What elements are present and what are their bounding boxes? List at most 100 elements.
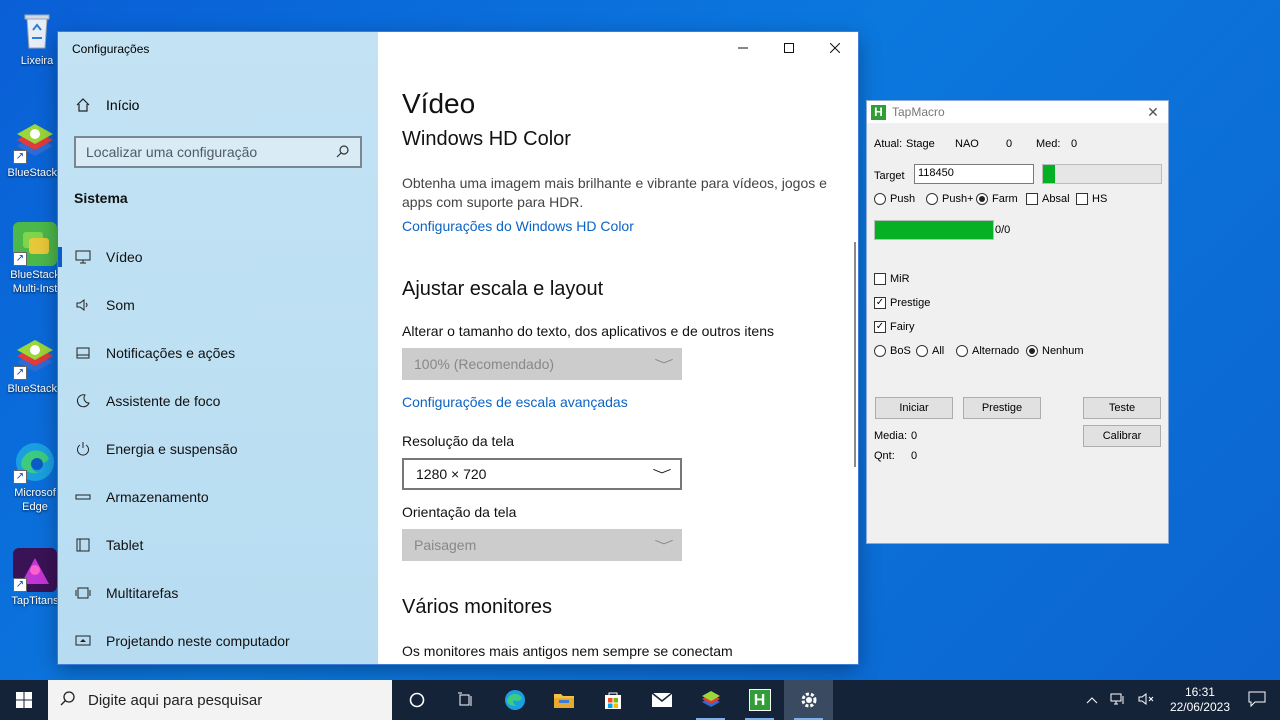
- volume-muted-icon[interactable]: [1132, 692, 1162, 709]
- taskbar-edge[interactable]: [490, 680, 539, 720]
- nav-item-storage[interactable]: Armazenamento: [58, 473, 378, 521]
- taskbar-settings[interactable]: [784, 680, 833, 720]
- radio-push[interactable]: Push: [874, 193, 926, 205]
- bluestacks-icon: [701, 691, 720, 707]
- system-tray: 16:31 22/06/2023: [1080, 680, 1280, 720]
- checkbox-prestige[interactable]: ✓ Prestige: [874, 297, 930, 309]
- orientation-label: Orientação da tela: [402, 504, 517, 520]
- radio-bos[interactable]: BoS: [874, 345, 916, 357]
- close-button[interactable]: ✕: [1138, 104, 1168, 121]
- prestige-button[interactable]: Prestige: [963, 397, 1041, 419]
- taskbar-bluestacks[interactable]: [686, 680, 735, 720]
- taptitans-icon: ↗: [13, 548, 57, 592]
- tapmacro-logo-icon: H: [871, 104, 886, 120]
- main-progress-fill: [875, 221, 993, 239]
- radio-farm[interactable]: Farm: [976, 193, 1026, 205]
- check-icon: ✓: [874, 321, 886, 333]
- nav-item-notifications[interactable]: Notificações e ações: [58, 329, 378, 377]
- nav-item-tablet[interactable]: Tablet: [58, 521, 378, 569]
- test-button[interactable]: Teste: [1083, 397, 1161, 419]
- task-view-icon: [457, 692, 471, 706]
- scale-label: Alterar o tamanho do texto, dos aplicati…: [402, 323, 774, 339]
- bluestacks-icon: ↗: [13, 120, 57, 164]
- settings-sidebar: Configurações Início Localizar uma confi…: [58, 32, 378, 664]
- radio-push-plus[interactable]: Push+: [926, 193, 976, 205]
- taskbar-file-explorer[interactable]: [539, 680, 588, 720]
- radio-alternado[interactable]: Alternado: [956, 345, 1026, 357]
- nav-item-sound[interactable]: Som: [58, 281, 378, 329]
- nav-item-multitasking[interactable]: Multitarefas: [58, 569, 378, 617]
- store-icon: [604, 692, 621, 709]
- advanced-scale-link[interactable]: Configurações de escala avançadas: [402, 394, 628, 410]
- speaker-icon: [74, 296, 92, 314]
- med-label: Med:: [1036, 138, 1061, 150]
- checkbox-fairy[interactable]: ✓ Fairy: [874, 321, 914, 333]
- checkbox-absal[interactable]: Absal: [1026, 193, 1076, 205]
- taskbar-search-input[interactable]: Digite aqui para pesquisar: [48, 680, 392, 720]
- scrollbar[interactable]: [854, 242, 856, 467]
- nav-item-focus-assist[interactable]: Assistente de foco: [58, 377, 378, 425]
- boss-radio-group: BoS All Alternado Nenhum: [874, 345, 1084, 357]
- main-progress-bar: [874, 220, 994, 240]
- chevron-down-icon: ﹀: [654, 538, 674, 553]
- media-label: Media:: [874, 430, 908, 442]
- qnt-label: Qnt:: [874, 450, 895, 462]
- taskbar-mail[interactable]: [637, 680, 686, 720]
- tapmacro-window: H TapMacro ✕ Atual: Stage NAO 0 Med: 0 T…: [866, 100, 1169, 544]
- action-center-icon[interactable]: [1238, 691, 1280, 710]
- radio-all[interactable]: All: [916, 345, 956, 357]
- task-view-button[interactable]: [441, 680, 490, 720]
- scale-dropdown[interactable]: 100% (Recomendado) ﹀: [402, 348, 682, 380]
- home-link[interactable]: Início: [74, 96, 139, 114]
- multitask-icon: [74, 584, 92, 602]
- taskbar-clock[interactable]: 16:31 22/06/2023: [1162, 685, 1238, 715]
- chevron-down-icon: ﹀: [654, 357, 674, 372]
- orientation-dropdown[interactable]: Paisagem ﹀: [402, 529, 682, 561]
- taskbar-store[interactable]: [588, 680, 637, 720]
- qnt-value: 0: [911, 450, 918, 462]
- section-title: Sistema: [74, 190, 128, 206]
- start-button[interactable]: Iniciar: [875, 397, 953, 419]
- settings-content: Vídeo Windows HD Color Obtenha uma image…: [402, 32, 842, 664]
- calibrate-button[interactable]: Calibrar: [1083, 425, 1161, 447]
- chevron-up-icon[interactable]: [1080, 693, 1104, 707]
- resolution-label: Resolução da tela: [402, 433, 515, 449]
- network-icon[interactable]: [1104, 692, 1132, 709]
- target-input[interactable]: 118450: [914, 164, 1034, 184]
- nav-item-power[interactable]: Energia e suspensão: [58, 425, 378, 473]
- nav-item-video[interactable]: Vídeo: [58, 233, 378, 281]
- search-icon: [336, 144, 350, 161]
- nav-item-projecting[interactable]: Projetando neste computador: [58, 617, 378, 664]
- bluestacks-icon: ↗: [13, 336, 57, 380]
- hdr-heading: Windows HD Color: [402, 128, 571, 150]
- home-icon: [74, 96, 92, 114]
- projector-icon: [74, 632, 92, 650]
- resolution-dropdown[interactable]: 1280 × 720 ﹀: [402, 458, 682, 490]
- stage-label: Stage: [906, 138, 935, 150]
- settings-search-input[interactable]: Localizar uma configuração: [74, 136, 362, 168]
- target-label: Target: [874, 170, 905, 182]
- radio-nenhum[interactable]: Nenhum: [1026, 345, 1084, 357]
- settings-window: Configurações Início Localizar uma confi…: [58, 32, 858, 664]
- target-progress-bar: [1042, 164, 1162, 184]
- clock-time: 16:31: [1184, 685, 1215, 699]
- taskbar-tapmacro[interactable]: H: [735, 680, 784, 720]
- moon-icon: [74, 392, 92, 410]
- monitor-icon: [74, 248, 92, 266]
- checkbox-mir[interactable]: MiR: [874, 273, 910, 285]
- taskbar: Digite aqui para pesquisar H 16:31 22/06…: [0, 680, 1280, 720]
- med-value: 0: [1071, 138, 1078, 150]
- mode-radio-group: Push Push+ Farm Absal HS: [874, 193, 1107, 205]
- storage-icon: [74, 488, 92, 506]
- cortana-button[interactable]: [392, 680, 441, 720]
- media-value: 0: [911, 430, 918, 442]
- hdr-settings-link[interactable]: Configurações do Windows HD Color: [402, 218, 634, 234]
- start-button[interactable]: [0, 680, 48, 720]
- page-title: Vídeo: [402, 88, 476, 119]
- checkbox-hs[interactable]: HS: [1076, 193, 1107, 205]
- cortana-icon: [409, 692, 424, 708]
- target-progress-fill: [1043, 165, 1055, 183]
- clock-date: 22/06/2023: [1169, 700, 1230, 714]
- progress-text: 0/0: [995, 224, 1011, 236]
- mail-icon: [651, 692, 672, 707]
